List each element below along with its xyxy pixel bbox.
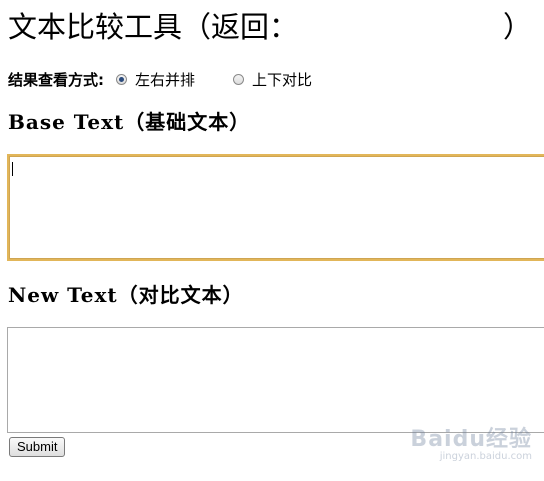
new-text-input[interactable] [7,327,544,433]
radio-side-by-side[interactable]: 左右并排 [116,69,195,90]
radio-selected-icon[interactable] [116,73,127,85]
radio-side-by-side-label: 左右并排 [135,70,196,89]
page-title-close-paren: ） [503,10,533,44]
radio-top-bottom[interactable]: 上下对比 [233,69,312,90]
new-text-heading: New Text（对比文本） [8,283,244,307]
submit-button[interactable]: Submit [9,437,66,457]
watermark-url: jingyan.baidu.com [439,451,532,462]
page-title: 文本比较工具（返回： [8,10,299,44]
base-text-heading: Base Text（基础文本） [8,110,251,134]
radio-top-bottom-label: 上下对比 [252,70,313,89]
result-mode-selector: 结果查看方式: 左右并排 上下对比 [8,68,312,90]
text-caret [12,162,13,176]
base-text-input[interactable] [7,154,544,261]
result-mode-label: 结果查看方式: [8,70,104,89]
radio-unselected-icon[interactable] [233,73,245,85]
